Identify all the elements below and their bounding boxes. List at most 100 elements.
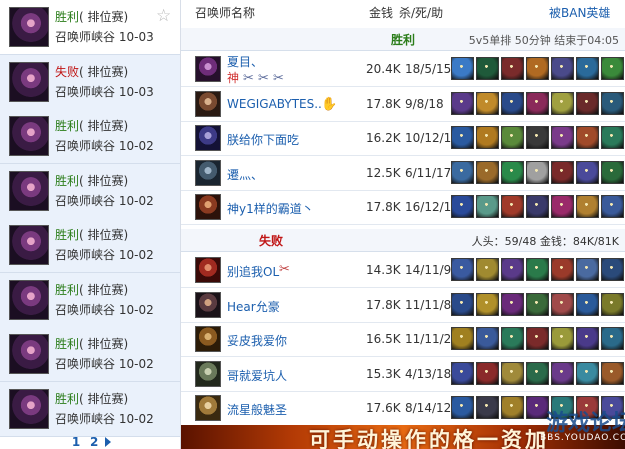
item-icon[interactable] — [551, 195, 574, 219]
item-icon[interactable] — [476, 126, 499, 150]
item-icon[interactable] — [451, 327, 474, 351]
item-icon[interactable] — [501, 292, 524, 316]
item-icon[interactable] — [476, 160, 499, 184]
item-icon[interactable] — [476, 396, 499, 420]
player-row[interactable]: 哥就爱坑人 15.3K 4/13/18 — [181, 357, 625, 392]
item-icon[interactable] — [601, 126, 624, 150]
player-name[interactable]: 神y1样的霸道丶 — [227, 200, 314, 217]
item-icon[interactable] — [551, 126, 574, 150]
champion-avatar[interactable] — [195, 360, 221, 387]
player-row[interactable]: 遷灬、 12.5K 6/11/17 — [181, 156, 625, 191]
champion-avatar[interactable] — [195, 90, 221, 117]
player-name[interactable]: 哥就爱坑人 — [227, 367, 287, 384]
item-icon[interactable] — [451, 195, 474, 219]
item-icon[interactable] — [451, 258, 474, 281]
item-icon[interactable] — [601, 195, 624, 219]
player-row[interactable]: 朕给你下面吃 16.2K 10/12/15 — [181, 121, 625, 157]
match-item[interactable]: 胜利( 排位赛) 召唤师峡谷 10-02 — [0, 381, 180, 437]
banned-champions-link[interactable]: 被BAN英雄 — [549, 0, 610, 28]
item-icon[interactable] — [551, 258, 574, 281]
item-icon[interactable] — [526, 361, 549, 385]
item-icon[interactable] — [576, 361, 599, 385]
item-icon[interactable] — [501, 361, 524, 385]
champion-avatar[interactable] — [195, 291, 221, 318]
item-icon[interactable] — [526, 126, 549, 150]
item-icon[interactable] — [601, 361, 624, 385]
item-icon[interactable] — [451, 57, 474, 80]
item-icon[interactable] — [551, 57, 574, 80]
player-row[interactable]: 神y1样的霸道丶 17.8K 16/12/14 — [181, 190, 625, 226]
match-item[interactable]: 胜利( 排位赛) 召唤师峡谷 10-02 — [0, 272, 180, 328]
item-icon[interactable] — [551, 292, 574, 316]
item-icon[interactable] — [451, 160, 474, 184]
item-icon[interactable] — [551, 160, 574, 184]
item-icon[interactable] — [501, 396, 524, 420]
item-icon[interactable] — [601, 160, 624, 184]
item-icon[interactable] — [501, 258, 524, 281]
item-icon[interactable] — [526, 195, 549, 219]
item-icon[interactable] — [476, 91, 499, 115]
item-icon[interactable] — [526, 292, 549, 316]
star-icon[interactable]: ☆ — [156, 8, 171, 25]
item-icon[interactable] — [526, 57, 549, 80]
item-icon[interactable] — [451, 292, 474, 316]
item-icon[interactable] — [501, 57, 524, 80]
player-row[interactable]: WEGIGABYTES.. 17.8K 9/8/18 — [181, 87, 625, 122]
champion-avatar[interactable] — [195, 194, 221, 221]
player-name[interactable]: WEGIGABYTES.. — [227, 97, 322, 111]
item-icon[interactable] — [576, 292, 599, 316]
item-icon[interactable] — [601, 258, 624, 281]
item-icon[interactable] — [501, 126, 524, 150]
item-icon[interactable] — [451, 91, 474, 115]
champion-avatar[interactable] — [195, 257, 221, 283]
item-icon[interactable] — [476, 195, 499, 219]
player-name[interactable]: 夏目、 — [227, 53, 263, 70]
item-icon[interactable] — [501, 160, 524, 184]
player-row[interactable]: 别追我OL 14.3K 14/11/9 — [181, 253, 625, 288]
item-icon[interactable] — [526, 327, 549, 351]
next-page-icon[interactable] — [105, 437, 112, 447]
player-name[interactable]: 别追我OL — [227, 263, 279, 280]
player-name[interactable]: 妥皮我爱你 — [227, 332, 287, 349]
champion-avatar[interactable] — [195, 395, 221, 422]
item-icon[interactable] — [476, 292, 499, 316]
item-icon[interactable] — [451, 361, 474, 385]
item-icon[interactable] — [576, 91, 599, 115]
item-icon[interactable] — [601, 91, 624, 115]
champion-avatar[interactable] — [195, 159, 221, 186]
item-icon[interactable] — [551, 361, 574, 385]
item-icon[interactable] — [576, 258, 599, 281]
player-name[interactable]: 朕给你下面吃 — [227, 131, 299, 148]
item-icon[interactable] — [551, 327, 574, 351]
item-icon[interactable] — [501, 327, 524, 351]
item-icon[interactable] — [576, 195, 599, 219]
item-icon[interactable] — [576, 160, 599, 184]
item-icon[interactable] — [476, 327, 499, 351]
player-name[interactable]: Hear允豪 — [227, 298, 280, 315]
item-icon[interactable] — [576, 327, 599, 351]
page-1-link[interactable]: 1 — [72, 435, 80, 449]
match-item[interactable]: 胜利( 排位赛) 召唤师峡谷 10-02 — [0, 163, 180, 219]
item-icon[interactable] — [501, 91, 524, 115]
item-icon[interactable] — [476, 57, 499, 80]
champion-avatar[interactable] — [195, 326, 221, 353]
item-icon[interactable] — [501, 195, 524, 219]
match-item[interactable]: 胜利( 排位赛) 召唤师峡谷 10-02 — [0, 109, 180, 164]
item-icon[interactable] — [451, 126, 474, 150]
champion-avatar[interactable] — [195, 125, 221, 152]
page-2-link[interactable]: 2 — [90, 435, 98, 449]
match-item[interactable]: 胜利( 排位赛) 召唤师峡谷 10-02 — [0, 218, 180, 273]
player-name[interactable]: 流星般魅圣 — [227, 401, 287, 418]
item-icon[interactable] — [526, 91, 549, 115]
player-name[interactable]: 遷灬、 — [227, 166, 263, 183]
item-icon[interactable] — [476, 361, 499, 385]
item-icon[interactable] — [451, 396, 474, 420]
player-row[interactable]: Hear允豪 17.8K 11/11/8 — [181, 288, 625, 323]
match-item[interactable]: 失败( 排位赛) 召唤师峡谷 10-03 — [0, 54, 180, 110]
item-icon[interactable] — [576, 57, 599, 80]
item-icon[interactable] — [601, 327, 624, 351]
item-icon[interactable] — [601, 57, 624, 80]
match-item[interactable]: 胜利( 排位赛) 召唤师峡谷 10-02 — [0, 327, 180, 382]
item-icon[interactable] — [526, 160, 549, 184]
item-icon[interactable] — [601, 292, 624, 316]
